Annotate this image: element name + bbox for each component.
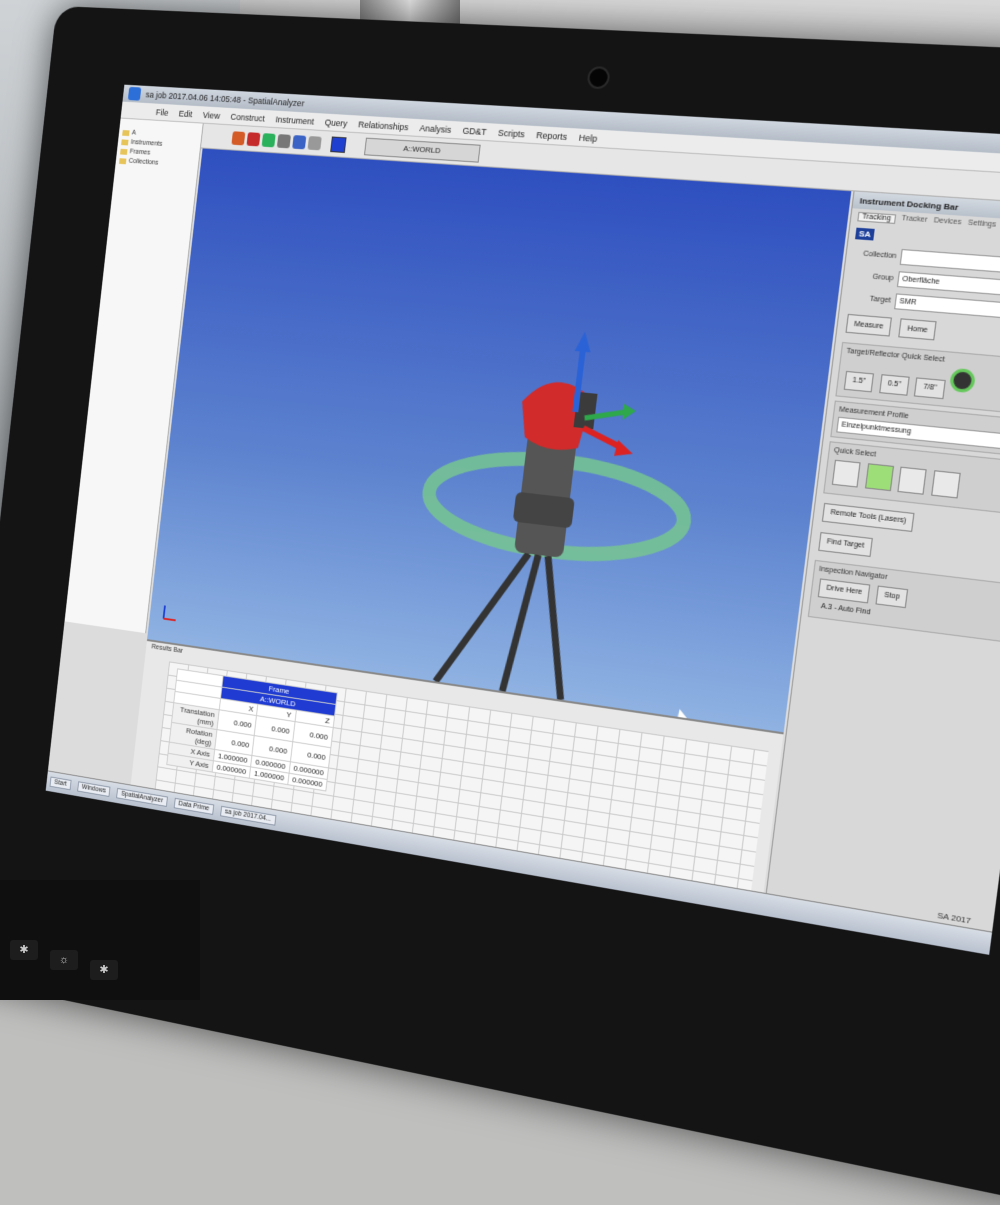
docking-tab[interactable]: Devices [933,217,961,228]
toolbar-button[interactable] [231,130,246,145]
quick-select-button[interactable] [831,459,861,488]
webcam-icon [586,65,611,90]
frame-table: Frame A::WORLD X Y Z Translation (mm) 0.0… [166,668,338,792]
docking-tab[interactable]: Settings [967,219,996,231]
group-label: Group [872,273,895,283]
docking-tab[interactable]: Tracking [857,211,896,224]
menu-item[interactable]: File [155,107,169,117]
menu-item[interactable]: Help [578,132,598,143]
menu-item[interactable]: Query [324,117,348,128]
tree-item-label: Instruments [130,139,163,148]
target-icon[interactable] [949,367,977,394]
folder-icon [119,157,127,164]
stop-button[interactable]: Stop [875,584,909,608]
home-button[interactable]: Home [898,318,937,341]
tree-item[interactable]: Collections [119,157,195,169]
toolbar-button[interactable] [292,134,307,149]
taskbar-item[interactable]: Windows [76,781,111,798]
docking-tab[interactable]: Tracker [901,215,928,226]
taskbar-item[interactable]: sa job 2017.04... [219,805,277,826]
tracker-model [147,330,851,733]
taskbar-item[interactable]: Data Prime [173,797,215,815]
measure-button[interactable]: Measure [845,313,893,337]
frame-selector[interactable]: A::WORLD [364,137,481,163]
color-swatch[interactable] [330,135,347,153]
toolbar-button[interactable] [261,132,276,147]
keyboard: ✱ ☼ ✱ [0,880,200,1000]
folder-icon [120,148,128,155]
smr-075-button[interactable]: 7/8" [914,376,946,399]
tree-item-label: Frames [129,148,151,157]
menu-item[interactable]: View [202,110,220,121]
docking-footer: A.3 - Auto Find [820,602,871,616]
axis-triad-icon [160,603,179,624]
find-target-button[interactable]: Find Target [818,531,873,557]
folder-icon [122,129,130,136]
target-reflector-title: Target/Reflector Quick Select [845,347,946,364]
footer-row: A.3 - Auto Find [814,598,1000,638]
quick-select-button-active[interactable] [864,462,894,491]
key[interactable]: ✱ [90,960,118,980]
app-icon [127,86,142,101]
taskbar-item[interactable]: SpatialAnalyzer [116,787,168,807]
key[interactable]: ☼ [50,950,78,970]
laptop: Lenovo sa job 2017.04.06 14:05:48 - Spat… [0,5,1000,1205]
menu-item[interactable]: GD&T [462,125,487,136]
target-label: Target [869,295,892,305]
smr-15-button[interactable]: 1.5" [843,370,875,392]
menu-item[interactable]: Reports [536,130,568,142]
drive-here-button[interactable]: Drive Here [817,577,871,603]
tree-item-label: Collections [128,157,159,167]
menu-item[interactable]: Analysis [419,123,452,135]
menu-item[interactable]: Relationships [358,119,409,132]
menu-item[interactable]: Instrument [275,114,314,126]
toolbar-button[interactable] [276,133,292,148]
taskbar-item[interactable]: Start [49,776,72,791]
graphics-viewport[interactable] [147,148,852,733]
quick-select-button[interactable] [930,469,961,498]
results-tab[interactable]: Results Bar [151,644,183,655]
sa-logo-icon: SA [855,227,875,241]
quick-select-button[interactable] [897,466,927,495]
tree-item-label: A [131,129,137,137]
toolbar-button[interactable] [307,135,322,150]
screen: sa job 2017.04.06 14:05:48 - SpatialAnal… [45,84,1000,955]
key[interactable]: ✱ [10,940,38,960]
menu-item[interactable]: Construct [230,111,265,123]
menu-item[interactable]: Scripts [498,127,526,139]
toolbar-button[interactable] [246,131,261,146]
collection-label: Collection [862,250,897,261]
menu-item[interactable]: Edit [178,108,193,118]
smr-05-button[interactable]: 0.5" [878,373,910,396]
folder-icon [121,138,129,146]
